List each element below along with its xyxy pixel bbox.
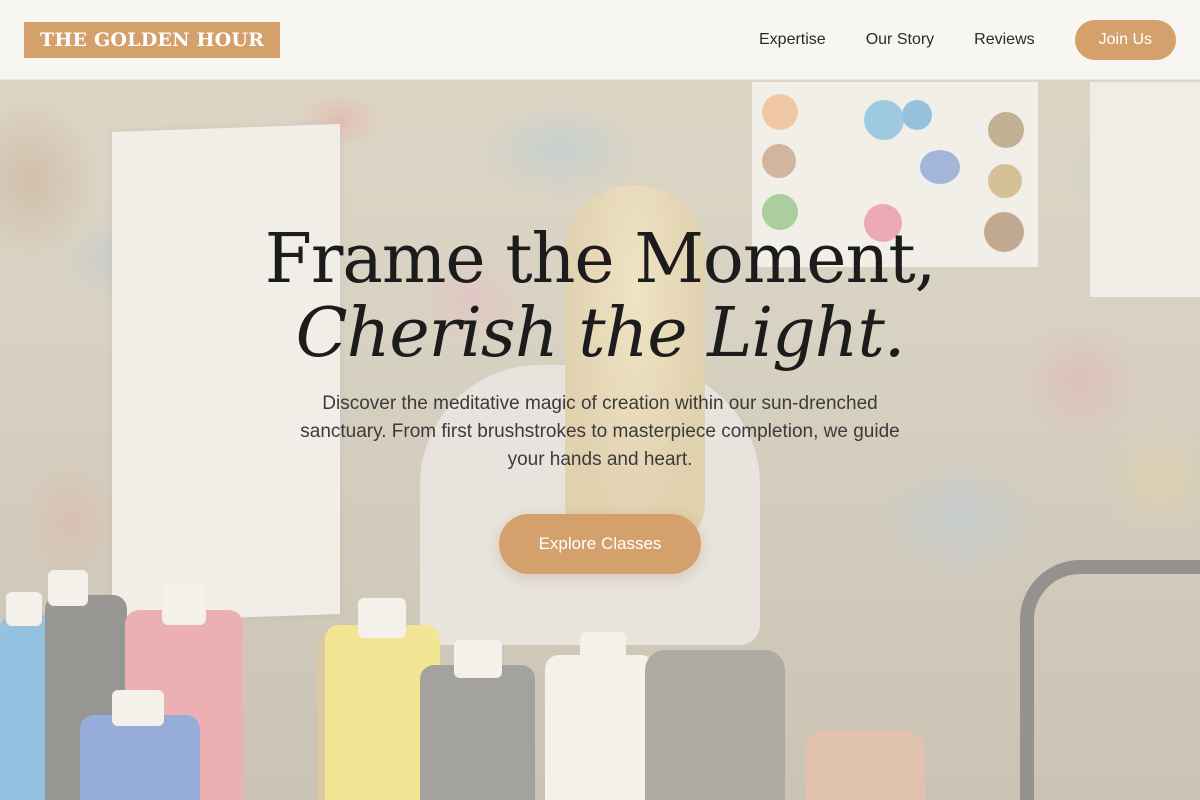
brand-logo[interactable]: THE GOLDEN HOUR bbox=[24, 21, 281, 58]
hero-headline-line2: Cherish the Light. bbox=[295, 294, 906, 373]
nav-link-our-story[interactable]: Our Story bbox=[866, 31, 934, 49]
join-us-button[interactable]: Join Us bbox=[1074, 19, 1176, 60]
hero-section: Frame the Moment, Cherish the Light. Dis… bbox=[0, 222, 1200, 574]
explore-classes-button[interactable]: Explore Classes bbox=[498, 514, 702, 574]
main-nav: Expertise Our Story Reviews Join Us bbox=[759, 19, 1176, 60]
nav-link-reviews[interactable]: Reviews bbox=[974, 31, 1034, 49]
hero-headline-line1: Frame the Moment, bbox=[264, 220, 937, 299]
top-navbar: THE GOLDEN HOUR Expertise Our Story Revi… bbox=[0, 0, 1200, 80]
nav-link-expertise[interactable]: Expertise bbox=[759, 31, 826, 49]
hero-subtitle: Discover the meditative magic of creatio… bbox=[300, 393, 900, 470]
hero-headline: Frame the Moment, Cherish the Light. bbox=[0, 222, 1200, 370]
